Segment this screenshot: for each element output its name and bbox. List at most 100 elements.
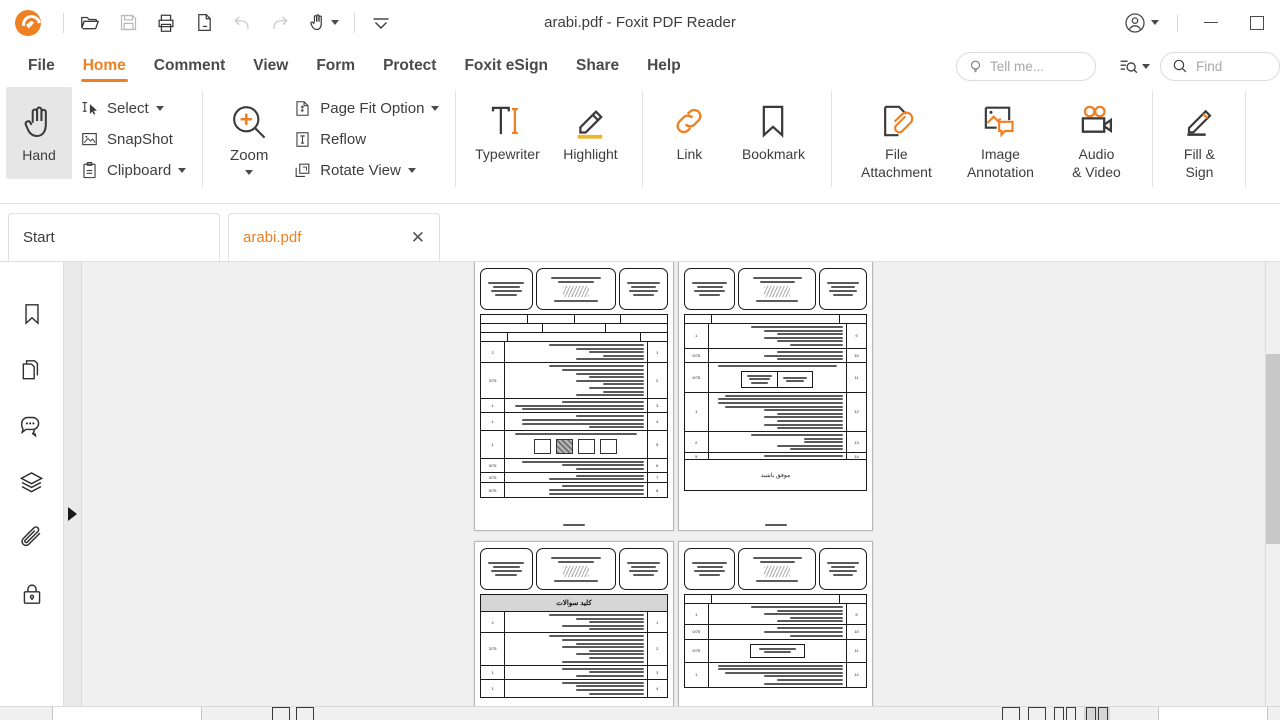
customize-toolbar-icon[interactable] — [362, 6, 400, 40]
sidebar-item-attachments[interactable] — [9, 510, 55, 566]
row-number: 3 — [646, 399, 667, 413]
row-content — [505, 473, 646, 483]
tab-arabi-pdf[interactable]: arabi.pdf ✕ — [228, 213, 440, 261]
tab-start[interactable]: Start — [8, 213, 220, 261]
zoom-level-input[interactable] — [1158, 707, 1268, 720]
table-row: 5 14 — [685, 453, 866, 461]
menu-view[interactable]: View — [239, 45, 302, 87]
facing-view-button[interactable] — [1054, 707, 1076, 720]
minimize-button[interactable] — [1188, 0, 1234, 45]
table-subheader-2 — [481, 324, 667, 333]
link-button[interactable]: Link — [653, 87, 725, 192]
single-page-view-button[interactable] — [1002, 707, 1020, 720]
continuous-view-button[interactable] — [1028, 707, 1046, 720]
foxit-logo[interactable] — [0, 0, 56, 45]
fit-page-icon[interactable] — [272, 707, 290, 720]
table-subheader — [481, 315, 667, 324]
chevron-down-icon[interactable] — [431, 106, 440, 111]
close-icon[interactable]: ✕ — [411, 228, 425, 248]
page-number-input[interactable] — [52, 707, 202, 720]
table-row: 1 9 — [685, 324, 866, 349]
chevron-down-icon[interactable] — [407, 168, 416, 173]
table-row-closing: موفق باشید — [685, 460, 866, 490]
pdf-page-1[interactable]: 2 1 2/75 2 1 3 1 4 1 5 0/75 6 0/75 7 0/7… — [474, 262, 674, 531]
search-options-icon[interactable] — [1114, 56, 1154, 77]
ribbon-group-sign: Fill & Sign — [1163, 87, 1235, 197]
clipboard-button[interactable]: Clipboard — [72, 155, 192, 186]
file-attachment-button[interactable]: File Attachment — [842, 87, 950, 192]
tab-start-label: Start — [23, 229, 55, 246]
snapshot-button[interactable]: SnapShot — [72, 124, 192, 155]
question-images — [534, 438, 618, 454]
row-content — [505, 413, 646, 430]
reflow-button[interactable]: Reflow — [285, 124, 445, 155]
sidebar-item-comments[interactable] — [9, 398, 55, 454]
menu-share[interactable]: Share — [562, 45, 633, 87]
fill-sign-button[interactable]: Fill & Sign — [1163, 87, 1235, 192]
sidebar-item-pages[interactable] — [9, 342, 55, 398]
expand-navigation-panel-button[interactable] — [64, 262, 82, 720]
chevron-down-icon[interactable] — [331, 20, 339, 25]
pdf-page-2[interactable]: 1 9 0/75 10 0/75 11 1 12 2 13 5 14 موفق … — [678, 262, 873, 531]
row-content — [709, 625, 847, 638]
table-row: 2 1 — [481, 342, 667, 364]
file-attachment-icon — [876, 97, 916, 145]
chevron-down-icon[interactable] — [1142, 63, 1150, 69]
menu-protect[interactable]: Protect — [369, 45, 450, 87]
vertical-scrollbar[interactable] — [1265, 262, 1280, 720]
image-annotation-button[interactable]: Image Annotation — [950, 87, 1050, 192]
maximize-button[interactable] — [1234, 0, 1280, 45]
status-bar — [0, 706, 1280, 720]
find-input[interactable]: Find — [1160, 51, 1280, 81]
header-box-left — [480, 268, 533, 310]
new-from-file-icon[interactable] — [185, 6, 223, 40]
print-icon[interactable] — [147, 6, 185, 40]
sidebar-item-security[interactable] — [9, 566, 55, 622]
questions-table: 2 1 2/75 2 1 3 1 4 1 5 0/75 6 0/75 7 0/7… — [480, 314, 668, 498]
row-mark: 1 — [481, 679, 506, 697]
sidebar-item-bookmarks[interactable] — [9, 286, 55, 342]
menu-home[interactable]: Home — [69, 45, 140, 87]
rotate-view-button[interactable]: Rotate View — [285, 155, 445, 186]
menu-comment[interactable]: Comment — [140, 45, 239, 87]
hand-tool-label: Hand — [22, 147, 56, 163]
pdf-page-3[interactable]: کلید سوالات 2 1 2/75 2 1 3 1 4 — [474, 541, 674, 720]
sidebar-item-layers[interactable] — [9, 454, 55, 510]
tell-me-input[interactable]: Tell me... — [956, 51, 1096, 81]
facing-continuous-view-button[interactable] — [1084, 707, 1110, 720]
menu-form[interactable]: Form — [302, 45, 369, 87]
page-fit-option-button[interactable]: Page Fit Option — [285, 93, 445, 124]
fill-sign-label-line1: Fill & — [1183, 146, 1216, 162]
save-icon[interactable] — [109, 6, 147, 40]
menu-file[interactable]: File — [14, 45, 69, 87]
audio-video-button[interactable]: Audio & Video — [1050, 87, 1142, 192]
pdf-page-4[interactable]: 1 9 0/75 10 0/75 11 1 12 — [678, 541, 873, 720]
select-button[interactable]: Select — [72, 93, 192, 124]
highlight-button[interactable]: Highlight — [548, 87, 632, 192]
pages-icon — [22, 360, 38, 380]
bookmark-button[interactable]: Bookmark — [725, 87, 821, 192]
chevron-down-icon[interactable] — [155, 106, 164, 111]
ribbon-divider-6 — [1245, 91, 1247, 187]
hand-tool-icon[interactable] — [299, 6, 347, 40]
typewriter-button[interactable]: Typewriter — [466, 87, 548, 192]
user-account-icon[interactable] — [1115, 11, 1167, 35]
chevron-down-icon[interactable] — [1151, 20, 1159, 25]
scrollbar-thumb[interactable] — [1266, 354, 1280, 544]
row-number: 11 — [846, 639, 866, 662]
row-number: 12 — [846, 662, 866, 687]
hand-tool-button[interactable]: Hand — [6, 87, 72, 179]
window-controls — [1115, 0, 1280, 45]
find-placeholder: Find — [1196, 58, 1223, 74]
menu-help[interactable]: Help — [633, 45, 695, 87]
chevron-down-icon[interactable] — [178, 168, 187, 173]
row-content — [505, 633, 646, 664]
open-icon[interactable] — [71, 6, 109, 40]
row-content — [505, 399, 646, 412]
document-viewer[interactable]: 2 1 2/75 2 1 3 1 4 1 5 0/75 6 0/75 7 0/7… — [82, 262, 1265, 720]
chevron-down-icon[interactable] — [245, 170, 254, 175]
zoom-button[interactable]: Zoom — [213, 87, 285, 175]
fit-width-icon[interactable] — [296, 707, 314, 720]
menu-foxit-esign[interactable]: Foxit eSign — [450, 45, 562, 87]
clipboard-icon — [78, 161, 100, 180]
